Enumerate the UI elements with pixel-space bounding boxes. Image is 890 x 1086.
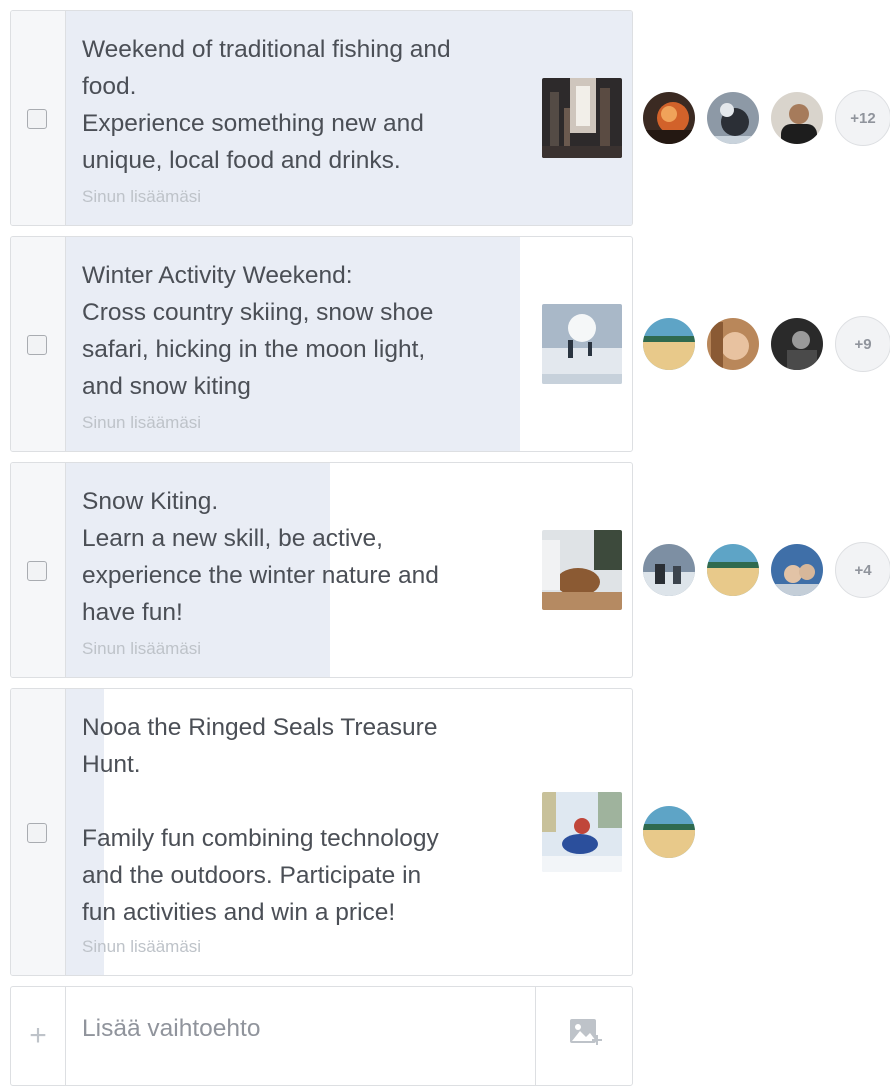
- voter-avatar[interactable]: [769, 90, 825, 146]
- option-text: Nooa the Ringed Seals Treasure Hunt. Fam…: [82, 714, 439, 926]
- option-thumbnail[interactable]: [542, 530, 622, 610]
- voter-avatar[interactable]: [705, 90, 761, 146]
- voter-avatar[interactable]: [769, 316, 825, 372]
- voter-avatar[interactable]: [705, 542, 761, 598]
- poll-option: Snow Kiting. Learn a new skill, be activ…: [10, 462, 633, 678]
- poll-option: Nooa the Ringed Seals Treasure Hunt. Fam…: [10, 688, 633, 976]
- add-option-row[interactable]: + Lisää vaihtoehto: [10, 986, 633, 1086]
- voter-avatar[interactable]: [641, 542, 697, 598]
- poll-option: Winter Activity Weekend: Cross country s…: [10, 236, 633, 452]
- plus-icon: +: [11, 987, 66, 1085]
- poll-option: Weekend of traditional fishing and food.…: [10, 10, 633, 226]
- more-voters-button[interactable]: +4: [835, 542, 890, 598]
- option-thumbnail[interactable]: [542, 304, 622, 384]
- vote-checkbox[interactable]: [27, 335, 47, 355]
- voter-avatar[interactable]: [769, 542, 825, 598]
- added-by-label: Sinun lisäämäsi: [82, 413, 202, 432]
- option-text: Winter Activity Weekend: Cross country s…: [82, 262, 434, 400]
- add-photo-button[interactable]: [535, 987, 634, 1085]
- added-by-label: Sinun lisäämäsi: [82, 937, 202, 956]
- added-by-label: Sinun lisäämäsi: [82, 639, 202, 658]
- add-photo-icon: [570, 1019, 602, 1045]
- voter-avatar[interactable]: [641, 90, 697, 146]
- more-voters-button[interactable]: +12: [835, 90, 890, 146]
- option-text: Snow Kiting. Learn a new skill, be activ…: [82, 488, 439, 626]
- added-by-label: Sinun lisäämäsi: [82, 187, 202, 206]
- voter-avatar[interactable]: [641, 804, 697, 860]
- option-thumbnail[interactable]: [542, 792, 622, 872]
- option-thumbnail[interactable]: [542, 78, 622, 158]
- vote-checkbox[interactable]: [27, 109, 47, 129]
- voter-avatar[interactable]: [641, 316, 697, 372]
- more-voters-button[interactable]: +9: [835, 316, 890, 372]
- voter-avatar[interactable]: [705, 316, 761, 372]
- vote-checkbox[interactable]: [27, 823, 47, 843]
- add-option-input[interactable]: Lisää vaihtoehto: [82, 1015, 260, 1043]
- option-text: Weekend of traditional fishing and food.…: [82, 36, 451, 174]
- vote-checkbox[interactable]: [27, 561, 47, 581]
